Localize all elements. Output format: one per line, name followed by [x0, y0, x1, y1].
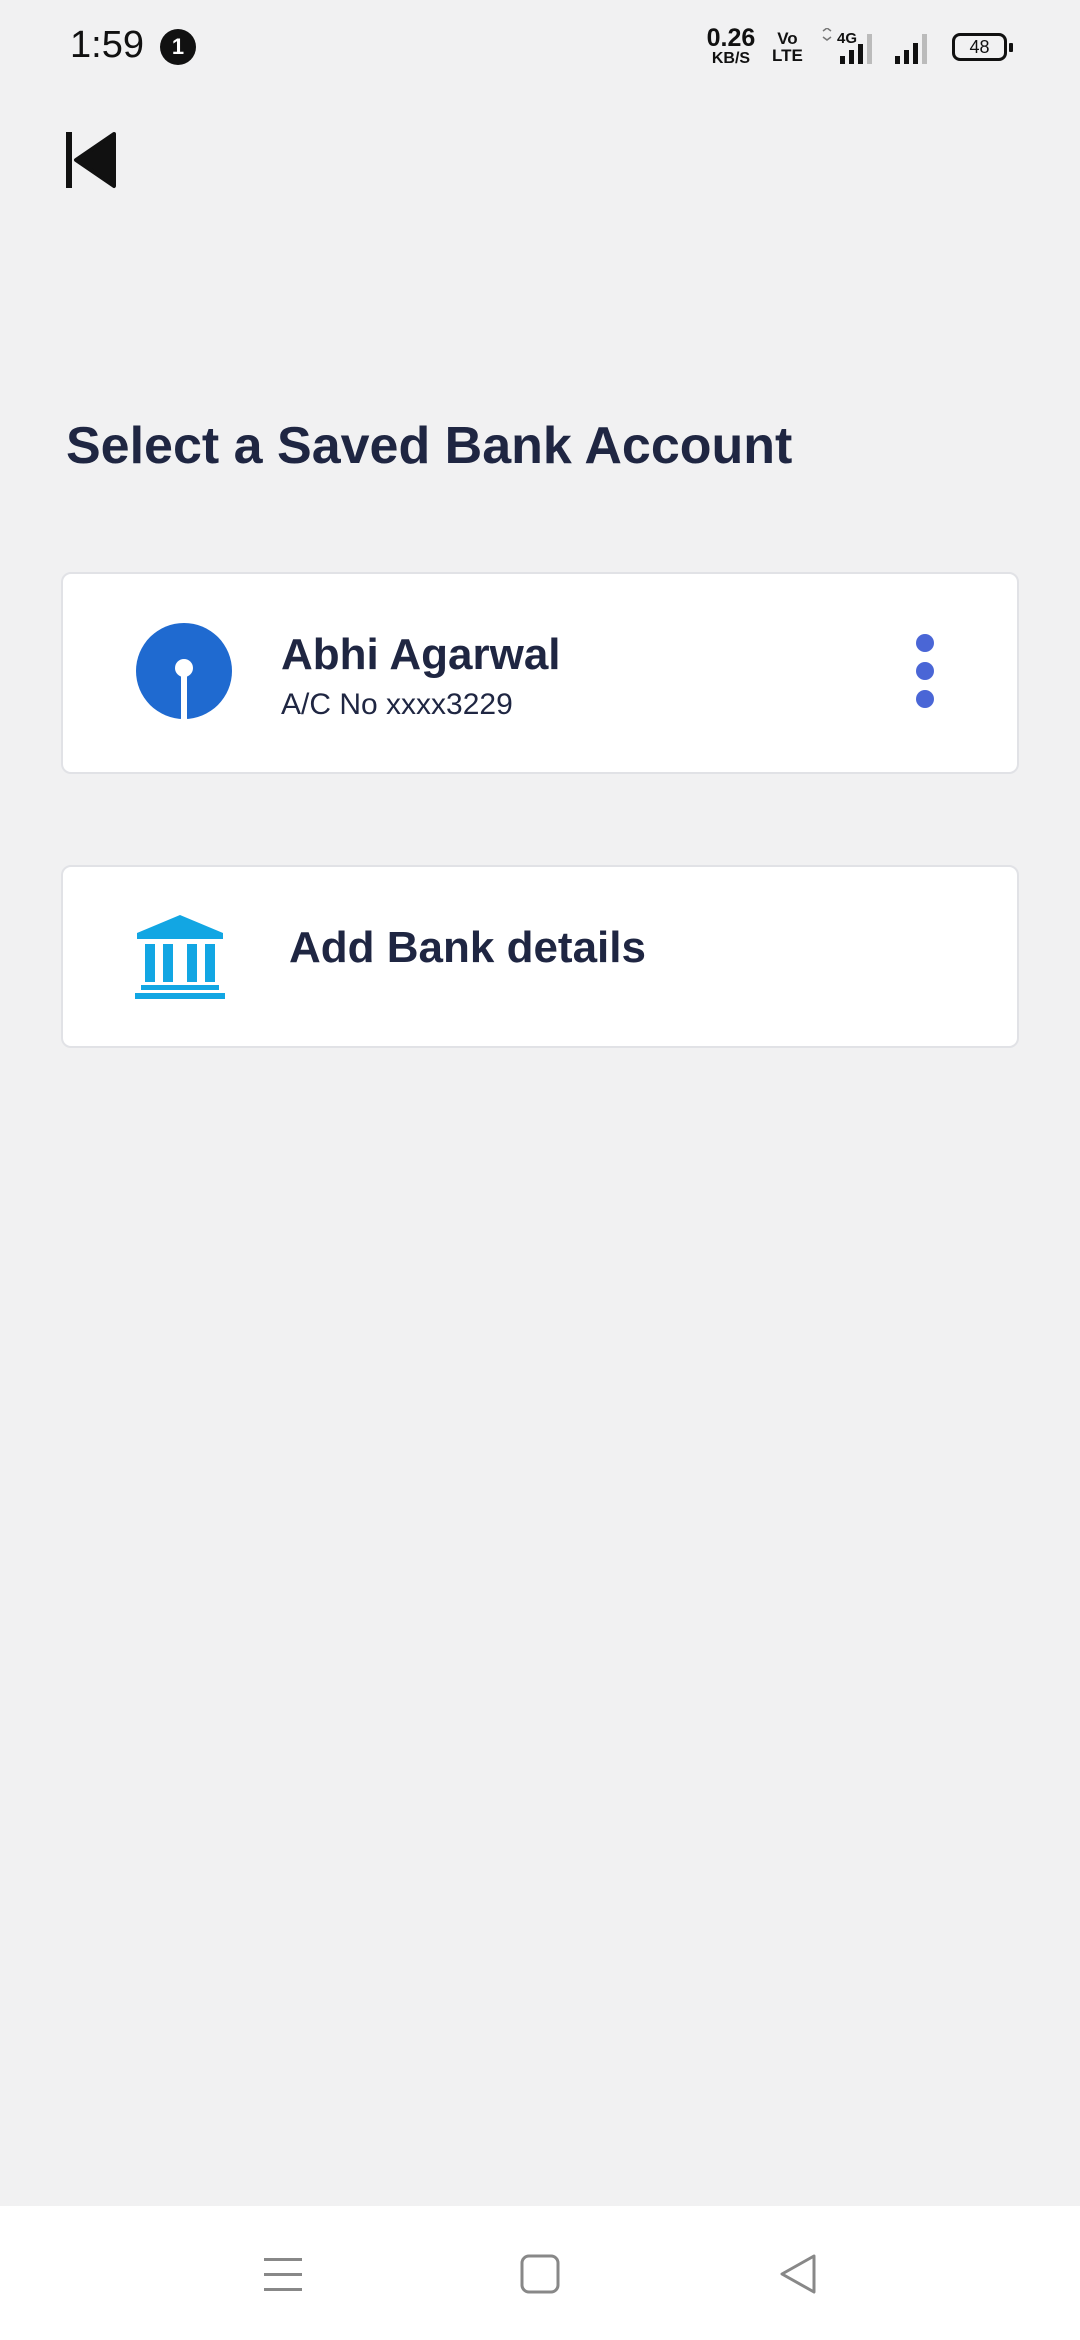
account-holder-name: Abhi Agarwal: [281, 630, 561, 679]
back-triangle-icon: [780, 2254, 816, 2294]
add-bank-card[interactable]: Add Bank details: [61, 865, 1019, 1048]
page-title: Select a Saved Bank Account: [66, 417, 793, 475]
more-options-button[interactable]: [905, 626, 945, 722]
back-button[interactable]: [62, 128, 122, 192]
nav-home-button[interactable]: [510, 2244, 570, 2304]
volte-line2: LTE: [772, 46, 803, 65]
volte-indicator: Vo LTE: [772, 30, 803, 64]
add-bank-label: Add Bank details: [289, 923, 646, 972]
signal-4g-icon: 4G: [822, 28, 872, 64]
home-square-icon: [520, 2254, 560, 2294]
battery-indicator: 48: [952, 33, 1013, 61]
status-time: 1:59: [70, 24, 144, 66]
signal-icon: [895, 34, 927, 64]
network-speed-unit: KB/S: [711, 50, 751, 67]
saved-account-card[interactable]: Abhi Agarwal A/C No xxxx3229: [61, 572, 1019, 774]
bank-building-icon: [135, 915, 225, 999]
network-speed-value: 0.26: [706, 24, 756, 52]
skip-back-icon: [66, 132, 116, 188]
menu-icon: [264, 2258, 302, 2291]
status-bar: 1:59 1 0.26 KB/S Vo LTE 4G 48: [0, 0, 1080, 96]
sbi-logo-icon: [136, 623, 232, 720]
nav-menu-button[interactable]: [252, 2244, 312, 2304]
notification-badge: 1: [160, 29, 196, 65]
more-vertical-icon: [905, 634, 945, 708]
network-speed: 0.26 KB/S: [706, 26, 756, 68]
svg-text:4G: 4G: [837, 30, 857, 47]
account-number: A/C No xxxx3229: [281, 688, 513, 721]
system-navigation-bar: [0, 2206, 1080, 2340]
screen: 1:59 1 0.26 KB/S Vo LTE 4G 48 Select a S…: [0, 0, 1080, 2340]
nav-back-button[interactable]: [768, 2244, 828, 2304]
